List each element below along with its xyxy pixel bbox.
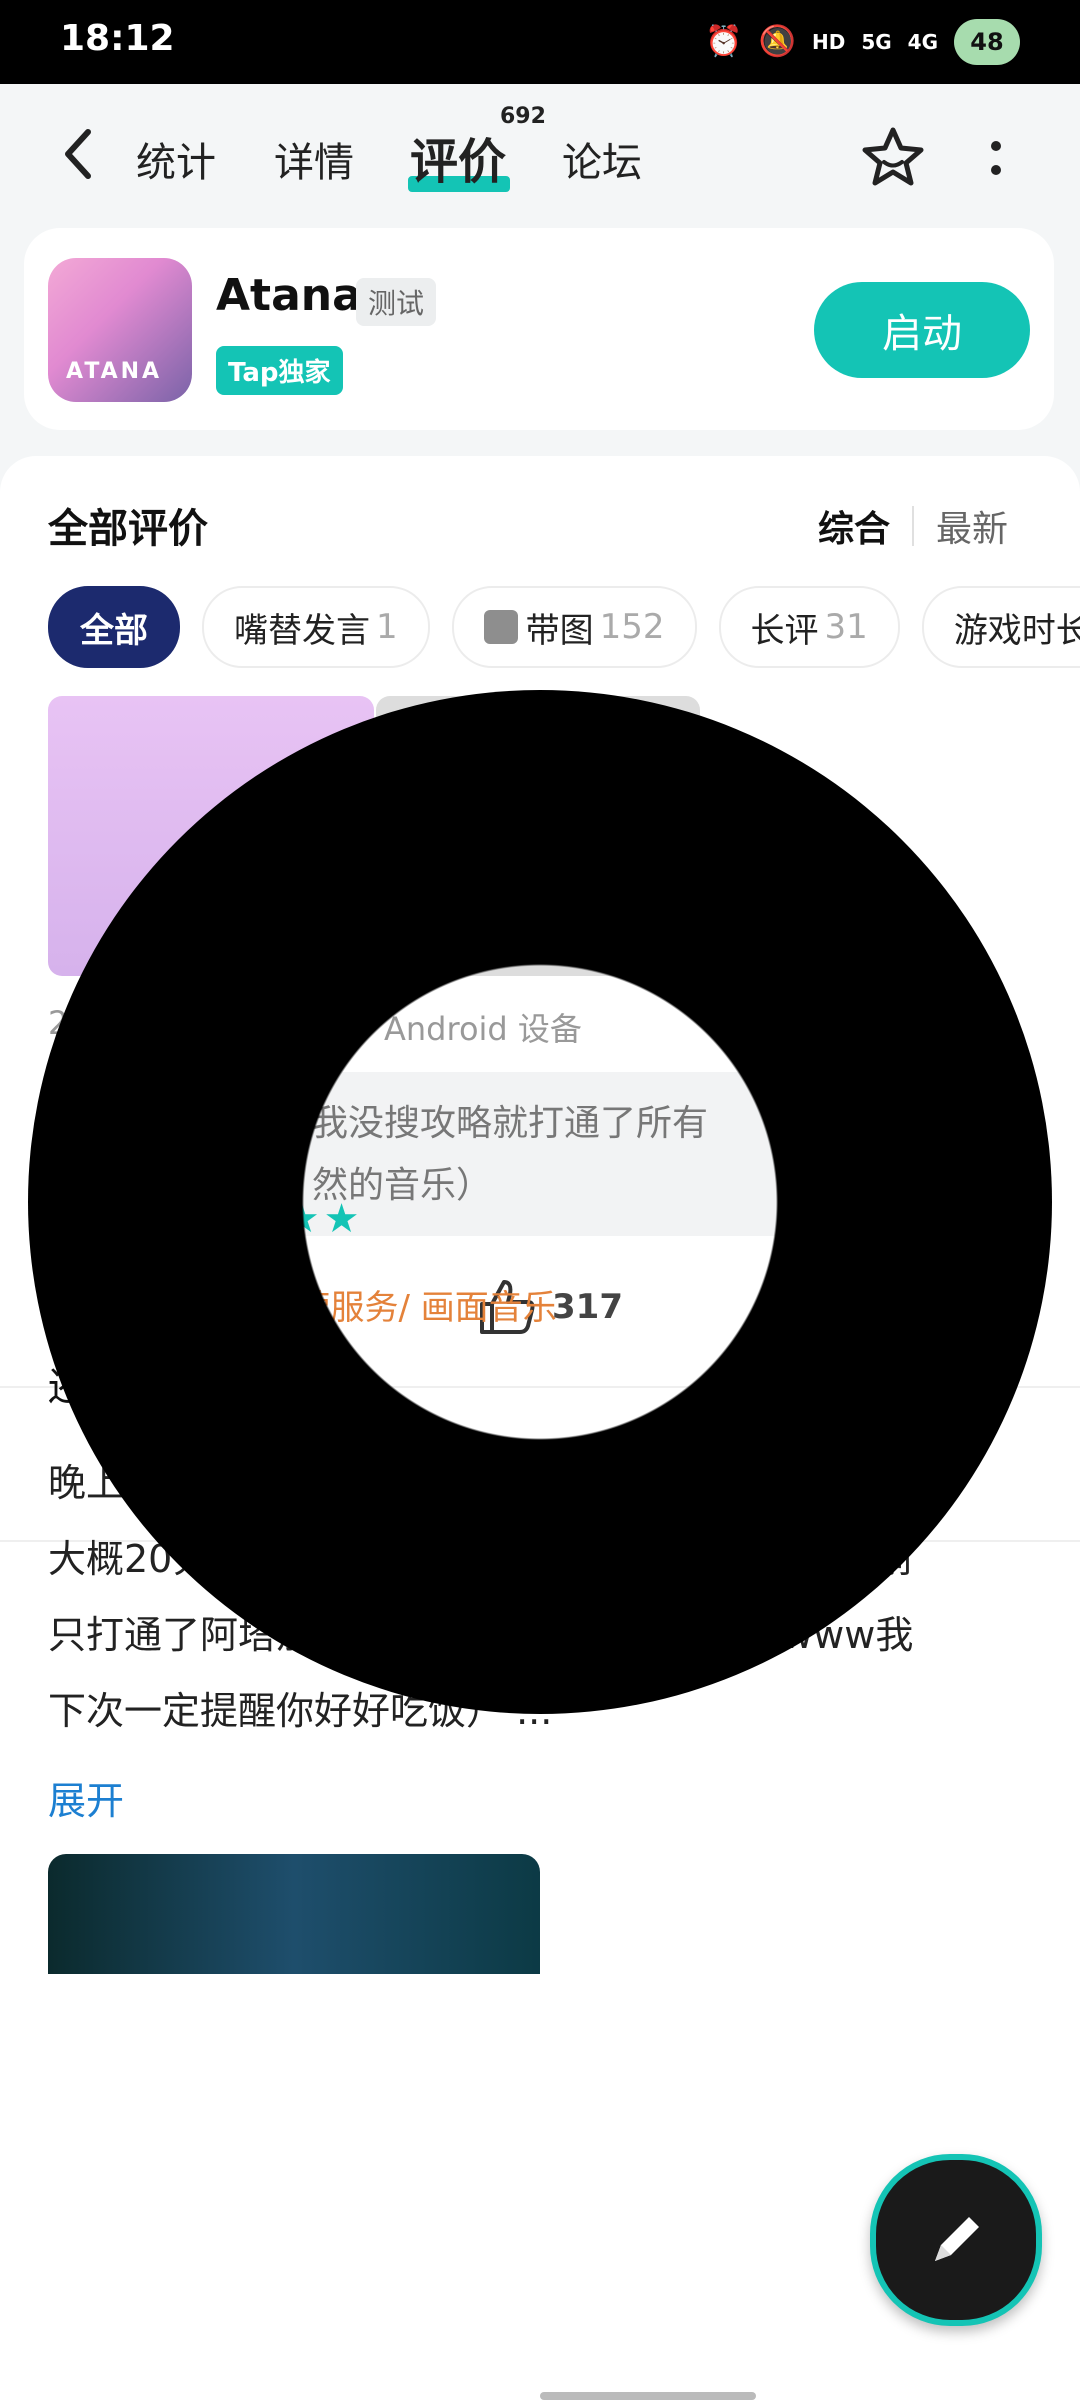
app-icon-text: ATANA <box>66 359 163 384</box>
review-body-line: 大概20分钟之内就能打完，一共有七个结局。（目前 <box>48 1537 914 1581</box>
app-test-tag: 测试 <box>356 278 437 326</box>
chip-label: 长评 <box>750 610 819 651</box>
chip-count: 31 <box>824 607 868 647</box>
expand-link[interactable]: 展开 <box>48 1770 124 1825</box>
app-card: ATANA Atana 测试 Tap独家 启动 <box>24 228 1054 430</box>
chip-label: 嘴替发言 <box>234 610 370 651</box>
back-arrow-icon[interactable] <box>60 126 96 182</box>
review-date: 2 <box>48 1004 69 1042</box>
favorite-star-icon[interactable] <box>860 124 926 190</box>
chip-with-image[interactable]: 带图 152 <box>451 586 697 668</box>
write-review-button[interactable] <box>870 2154 1042 2326</box>
sort-toggle: 综合 最新 <box>818 500 1008 552</box>
chip-label: 带图 <box>525 610 594 651</box>
filter-chips: 全部 嘴替发言 1 带图 152 长评 31 游戏时长 <box>48 586 1080 668</box>
tab-details[interactable]: 详情 <box>274 130 354 188</box>
status-icons: ⏰ 🔕 HD 5G 4G 48 <box>705 16 1020 68</box>
reviews-count-badge: 692 <box>500 104 546 129</box>
mute-icon: 🔕 <box>758 24 796 59</box>
review-author[interactable]: Fio <box>202 1140 267 1184</box>
chip-playtime[interactable]: 游戏时长 <box>921 586 1080 668</box>
review-screenshot[interactable] <box>48 696 374 976</box>
top-nav: 统计 详情 评价 692 论坛 <box>0 84 1080 226</box>
review-device: Android 设备 <box>384 1010 582 1048</box>
app-name: Atana <box>216 270 362 321</box>
reviews-title: 全部评价 <box>48 506 208 552</box>
battery-icon: 48 <box>954 19 1020 65</box>
reviews-section: 全部评价 综合 最新 全部 嘴替发言 1 带图 152 长评 31 游戏时长 2… <box>0 456 1080 2408</box>
app-icon[interactable]: ATANA <box>48 258 192 402</box>
review-more-icon[interactable] <box>1014 1154 1024 1198</box>
review-body-line: 晚上刷tap无意间点进来的，游戏体量不大，一周目 <box>48 1461 909 1505</box>
tab-forum[interactable]: 论坛 <box>562 130 642 188</box>
launch-button[interactable]: 启动 <box>814 282 1030 378</box>
status-time: 18:12 <box>60 18 175 59</box>
chip-count: 1 <box>376 607 398 647</box>
image-icon <box>483 610 518 644</box>
like-count: 317 <box>552 1287 623 1327</box>
review-recommend-tags: 推荐: 可玩性/ 运营服务/ 画面音乐 <box>48 1288 557 1328</box>
chip-long-review[interactable]: 长评 31 <box>718 586 900 668</box>
quote-line: 我没搜攻略就打通了所有 <box>312 1103 709 1144</box>
sort-comprehensive[interactable]: 综合 <box>818 500 890 552</box>
chip-label: 游戏时长 <box>953 610 1080 651</box>
review-screenshot[interactable] <box>376 696 700 976</box>
review-quote: 我没搜攻略就打通了所有 然的音乐） <box>48 1072 1032 1236</box>
tab-reviews[interactable]: 评价 <box>410 122 506 192</box>
avatar[interactable] <box>48 1142 164 1258</box>
review-body-line: 下次一定提醒你好好吃饭） ... <box>48 1689 553 1733</box>
chip-label: 全部 <box>80 610 148 651</box>
chip-all[interactable]: 全部 <box>48 586 180 668</box>
review-image-thumbnail[interactable] <box>48 1854 540 1974</box>
review-body-line: 只打通了阿塔那的世界 大人你怎么给饿死了www我 <box>48 1613 914 1657</box>
review-meta: 2 Android 设备 <box>48 1004 582 1048</box>
home-indicator <box>540 2392 756 2400</box>
tap-exclusive-badge: Tap独家 <box>216 346 343 395</box>
pen-icon <box>935 2217 979 2261</box>
sort-divider <box>911 506 914 546</box>
rating-stars: ★★★★ <box>204 1196 364 1242</box>
hd-icon: HD <box>811 30 846 54</box>
status-bar: 18:12 ⏰ 🔕 HD 5G 4G 48 <box>0 0 1080 84</box>
alarm-icon: ⏰ <box>705 24 743 59</box>
signal-4g-icon: 4G <box>907 30 938 54</box>
tab-stats[interactable]: 统计 <box>136 130 216 188</box>
chip-quote[interactable]: 嘴替发言 1 <box>202 586 430 668</box>
signal-5g-icon: 5G <box>861 30 892 54</box>
review-headline: 还是很让我惊喜的！ <box>48 1365 391 1409</box>
more-options-icon[interactable] <box>984 134 1008 184</box>
chip-count: 152 <box>599 607 665 647</box>
sort-latest[interactable]: 最新 <box>936 500 1008 552</box>
